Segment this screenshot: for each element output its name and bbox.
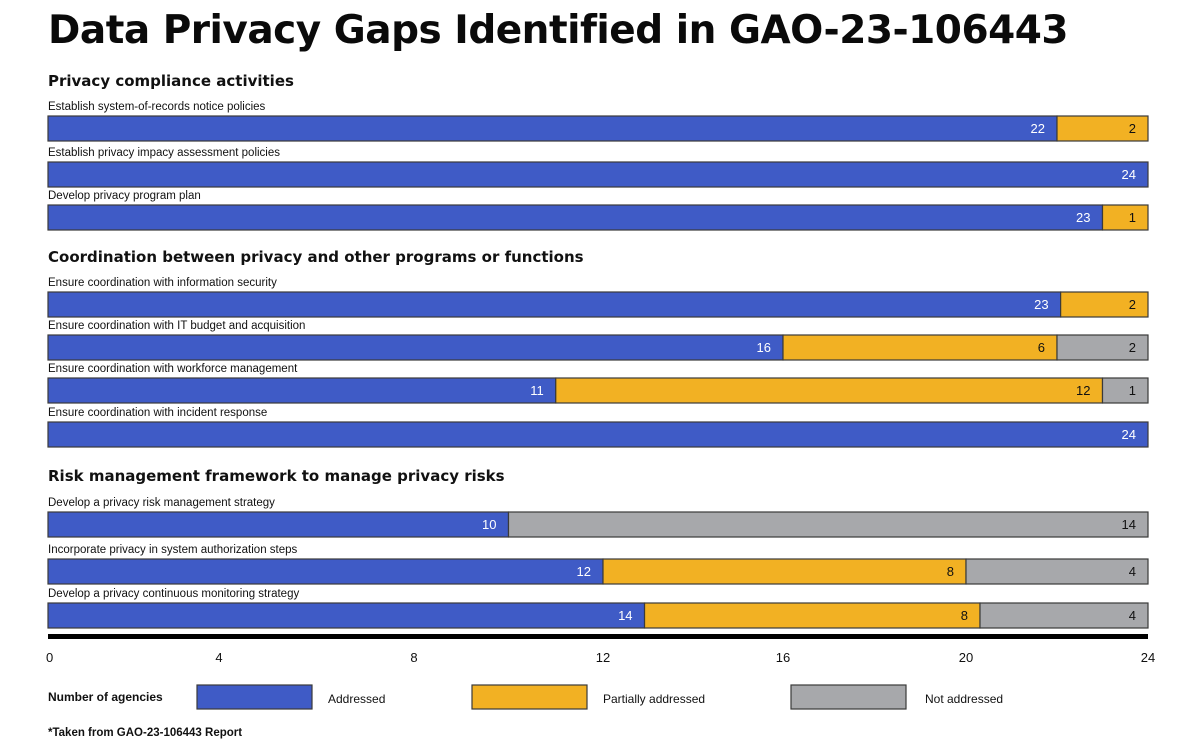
- bar-segment-addressed: [47, 291, 1062, 318]
- bar-segment-not-addressed: [979, 602, 1149, 629]
- row-label: Develop privacy program plan: [48, 190, 201, 202]
- section-title: Privacy compliance activities: [48, 72, 294, 90]
- row-label: Establish privacy impacy assessment poli…: [48, 147, 280, 159]
- bar-segment-addressed: [47, 558, 604, 585]
- row-label: Establish system-of-records notice polic…: [48, 101, 266, 113]
- data-label: 8: [947, 564, 954, 579]
- data-label: 12: [1076, 383, 1090, 398]
- bar-segment-addressed: [47, 161, 1149, 188]
- row-label: Ensure coordination with incident respon…: [48, 407, 267, 419]
- bar-segment-addressed: [47, 204, 1104, 231]
- row-label: Ensure coordination with workforce manag…: [48, 363, 298, 375]
- bar-segment-partially-addressed: [555, 377, 1104, 404]
- section-title: Coordination between privacy and other p…: [48, 248, 584, 266]
- bar-segment-partially-addressed: [602, 558, 967, 585]
- data-label: 11: [530, 383, 544, 398]
- footnote: *Taken from GAO-23-106443 Report: [48, 727, 242, 739]
- data-label: 22: [1031, 121, 1045, 136]
- data-label: 4: [1129, 608, 1136, 623]
- bar-segment-not-addressed: [507, 511, 1149, 538]
- bar-segment-partially-addressed: [643, 602, 981, 629]
- data-label: 10: [482, 517, 496, 532]
- bar-segment-partially-addressed: [1101, 204, 1149, 231]
- bar-segment-addressed: [47, 334, 784, 361]
- data-label: 2: [1129, 340, 1136, 355]
- data-label: 14: [1122, 517, 1136, 532]
- data-label: 2: [1129, 297, 1136, 312]
- legend-label: Addressed: [328, 692, 385, 706]
- legend-swatch-partially-addressed: [471, 684, 588, 710]
- data-label: 16: [757, 340, 771, 355]
- data-label: 14: [618, 608, 632, 623]
- legend-swatch-addressed: [196, 684, 313, 710]
- stacked-bar-chart: Privacy compliance activities Establish s…: [46, 72, 1155, 739]
- data-label: 6: [1038, 340, 1045, 355]
- bar-segment-addressed: [47, 421, 1149, 448]
- x-tick-label: 0: [46, 650, 53, 665]
- bar-segment-addressed: [47, 602, 646, 629]
- row-label: Ensure coordination with IT budget and a…: [48, 320, 305, 332]
- data-label: 2: [1129, 121, 1136, 136]
- data-label: 23: [1034, 297, 1048, 312]
- legend-swatch-not-addressed: [790, 684, 907, 710]
- legend-label: Partially addressed: [603, 692, 705, 706]
- bar-segment-addressed: [47, 377, 557, 404]
- row-label: Develop a privacy continuous monitoring …: [48, 588, 299, 600]
- data-label: 8: [961, 608, 968, 623]
- bar-segment-not-addressed: [1101, 377, 1149, 404]
- bar-segment-addressed: [47, 511, 510, 538]
- row-label: Develop a privacy risk management strate…: [48, 497, 275, 509]
- x-tick-label: 16: [776, 650, 790, 665]
- x-tick-label: 20: [959, 650, 973, 665]
- data-label: 12: [577, 564, 591, 579]
- data-label: 24: [1122, 167, 1136, 182]
- data-label: 1: [1129, 383, 1136, 398]
- data-label: 23: [1076, 210, 1090, 225]
- x-tick-label: 8: [410, 650, 417, 665]
- x-tick-label: 4: [215, 650, 222, 665]
- legend-label: Not addressed: [925, 692, 1003, 706]
- row-label: Incorporate privacy in system authorizat…: [48, 544, 298, 556]
- legend-title: Number of agencies: [48, 690, 163, 704]
- row-label: Ensure coordination with information sec…: [48, 277, 277, 289]
- bar-segment-partially-addressed: [782, 334, 1058, 361]
- bar-segment-addressed: [47, 115, 1058, 142]
- data-label: 1: [1129, 210, 1136, 225]
- x-tick-label: 12: [596, 650, 610, 665]
- bar-segment-not-addressed: [965, 558, 1149, 585]
- x-axis-line: [48, 634, 1148, 639]
- x-tick-label: 24: [1141, 650, 1155, 665]
- section-title: Risk management framework to manage priv…: [48, 467, 505, 485]
- data-label: 24: [1122, 427, 1136, 442]
- data-label: 4: [1129, 564, 1136, 579]
